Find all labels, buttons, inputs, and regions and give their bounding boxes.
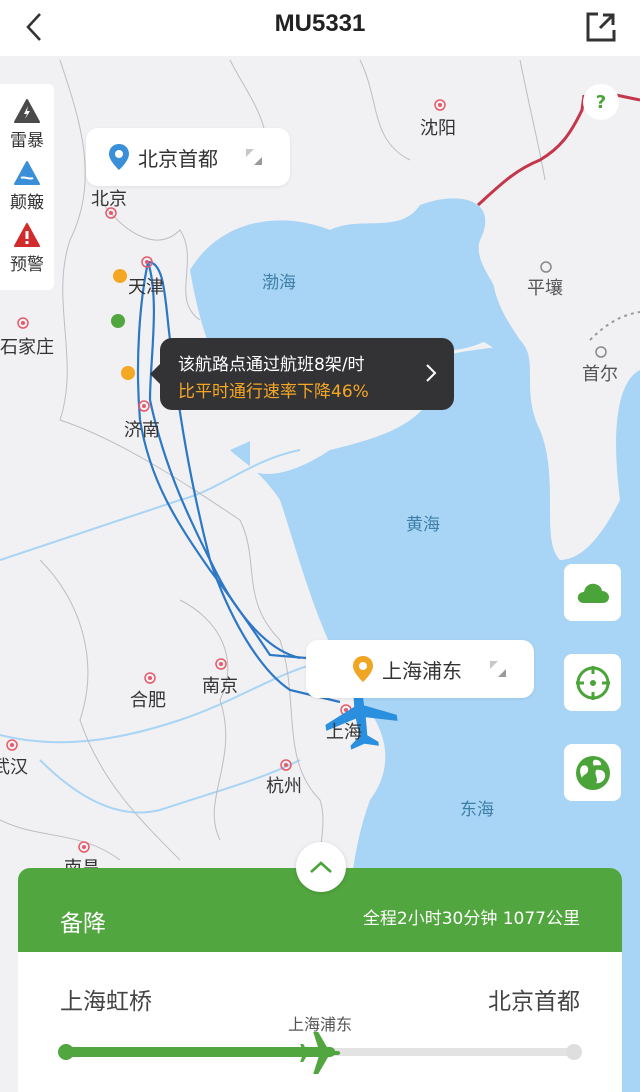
locate-button[interactable] — [564, 654, 621, 711]
city-label: 武汉 — [0, 757, 28, 778]
legend-item-turbulence[interactable]: 颠簸 — [0, 160, 54, 213]
help-button[interactable]: ? — [583, 84, 619, 120]
cloud-icon — [577, 583, 609, 603]
legend-label: 预警 — [10, 255, 44, 275]
city-label: 济南 — [124, 420, 160, 441]
turbulence-icon — [14, 161, 40, 185]
chevron-up-icon — [310, 861, 332, 873]
globe-icon — [575, 755, 610, 790]
share-external-icon[interactable] — [584, 10, 618, 44]
chevron-right-icon — [426, 364, 437, 382]
progress-fill — [66, 1047, 336, 1057]
crosshair-icon — [575, 665, 610, 700]
legend-label: 颠簸 — [10, 193, 44, 213]
globe-view-button[interactable] — [564, 744, 621, 801]
expand-icon[interactable] — [488, 659, 508, 679]
flight-status: 备降 — [60, 911, 106, 937]
thunderstorm-icon — [14, 99, 40, 123]
trip-summary: 全程2小时30分钟 1077公里 — [362, 909, 580, 929]
weather-layer-button[interactable] — [564, 564, 621, 621]
flight-progress-bar — [58, 1032, 582, 1074]
sea-label: 东海 — [460, 800, 494, 820]
progress-start-dot — [58, 1044, 74, 1060]
sea-label: 渤海 — [262, 273, 296, 293]
location-pin-icon — [109, 144, 129, 170]
city-label: 平壤 — [527, 278, 563, 299]
destination-airport-name: 上海浦东 — [382, 658, 462, 683]
weather-legend: 雷暴 颠簸 预警 — [0, 84, 54, 290]
expand-icon[interactable] — [244, 147, 264, 167]
progress-plane-icon — [300, 1032, 341, 1074]
destination-airport-card[interactable]: 上海浦东 — [306, 640, 534, 698]
city-label: 天津 — [128, 277, 164, 298]
legend-label: 雷暴 — [10, 131, 44, 151]
tooltip-traffic-text: 该航路点通过航班8架/时 — [178, 355, 365, 375]
location-pin-icon — [353, 656, 373, 682]
waypoint-marker — [113, 269, 127, 283]
tooltip-rate-text: 比平时通行速率下降46% — [178, 382, 369, 402]
top-bar: MU5331 — [0, 0, 640, 56]
flight-info-panel: 备降 全程2小时30分钟 1077公里 上海虹桥 北京首都 上海浦东 — [18, 868, 622, 1092]
waypoint-marker — [121, 366, 135, 380]
waypoint-marker — [111, 314, 125, 328]
origin-airport-card[interactable]: 北京首都 — [86, 128, 290, 186]
city-label: 杭州 — [266, 776, 302, 797]
waypoint-traffic-tooltip[interactable]: 该航路点通过航班8架/时 比平时通行速率下降46% — [150, 338, 454, 410]
warning-icon — [14, 223, 40, 247]
sea-label: 黄海 — [406, 515, 440, 535]
city-label: 南京 — [202, 676, 238, 697]
progress-end-dot — [566, 1044, 582, 1060]
city-label: 首尔 — [582, 364, 618, 385]
city-label: 北京 — [91, 189, 127, 210]
expand-panel-button[interactable] — [296, 842, 346, 892]
city-label: 上海 — [326, 722, 362, 743]
flight-number-title: MU5331 — [274, 10, 366, 37]
origin-airport-name: 北京首都 — [138, 146, 218, 171]
city-label: 沈阳 — [420, 118, 456, 139]
legend-item-warning[interactable]: 预警 — [0, 222, 54, 275]
legend-item-thunderstorm[interactable]: 雷暴 — [0, 98, 54, 151]
city-label: 合肥 — [130, 690, 166, 711]
city-label: 石家庄 — [0, 337, 54, 358]
